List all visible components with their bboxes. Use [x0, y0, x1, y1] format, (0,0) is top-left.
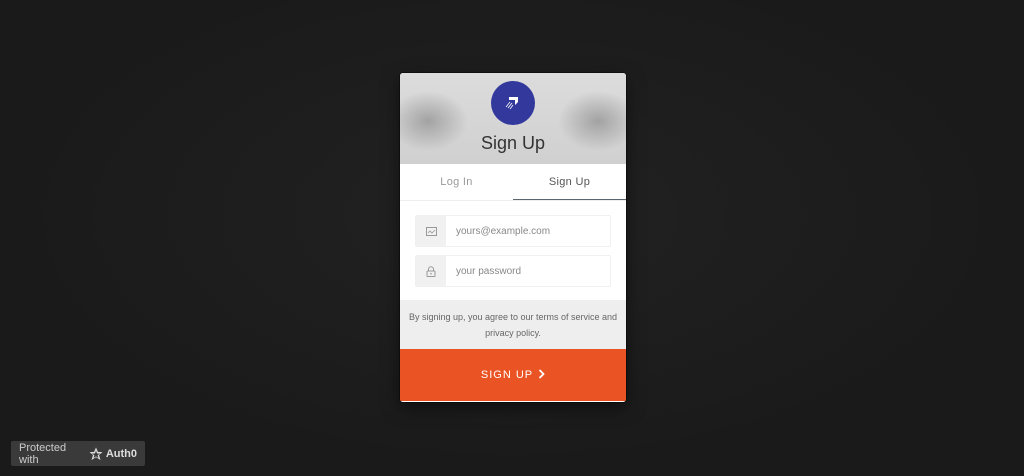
badge-brand-label: Auth0	[105, 447, 137, 460]
email-field-group	[415, 215, 611, 247]
lock-icon	[416, 256, 446, 286]
page-background: Sign Up Log In Sign Up yours@example.com…	[0, 0, 1024, 476]
sign-up-button-label: SIGN UP	[480, 369, 534, 381]
protected-badge[interactable]: Protected with Auth0	[11, 441, 145, 466]
password-field-group	[415, 255, 611, 287]
email-input[interactable]	[446, 216, 610, 246]
tab-log-in[interactable]: Log In	[400, 164, 513, 200]
signup-card: Sign Up Log In Sign Up yours@example.com…	[400, 73, 626, 402]
sign-up-button[interactable]: SIGN UP	[400, 349, 626, 401]
badge-prefix: Protected with	[19, 441, 67, 466]
password-input[interactable]	[446, 256, 610, 286]
email-icon	[416, 216, 446, 246]
boomerang-icon	[491, 81, 535, 125]
signup-form	[400, 201, 626, 300]
page-title: Sign Up	[480, 133, 546, 153]
badge-brand: Auth0	[89, 447, 137, 461]
terms-notice: By signing up, you agree to our terms of…	[400, 300, 626, 349]
card-header: Sign Up	[400, 73, 626, 164]
auth0-star-icon	[89, 447, 103, 460]
tab-sign-up[interactable]: Sign Up	[513, 164, 626, 200]
chevron-right-icon	[538, 368, 545, 382]
auth-tabs: Log In Sign Up	[400, 164, 626, 201]
